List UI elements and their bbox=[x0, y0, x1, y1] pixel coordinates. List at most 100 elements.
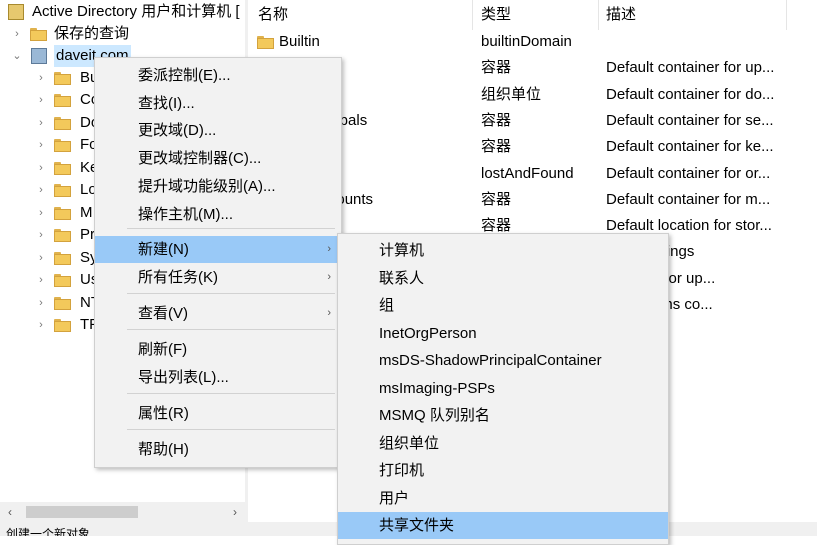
submenu-arrow-icon: › bbox=[327, 243, 331, 255]
chevron-right-icon[interactable]: › bbox=[36, 134, 46, 156]
chevron-down-icon[interactable]: ⌄ bbox=[12, 45, 22, 67]
chevron-right-icon[interactable]: › bbox=[36, 247, 46, 269]
menu-item-label: 提升域功能级别(A)... bbox=[138, 178, 276, 195]
list-cell-description[interactable]: Default container for ke... bbox=[606, 134, 786, 160]
context-menu: 委派控制(E)... 查找(I)... 更改域(D)... 更改域控制器(C)... 提… bbox=[94, 57, 342, 468]
chevron-right-icon[interactable]: › bbox=[36, 314, 46, 336]
folder-icon bbox=[30, 28, 47, 41]
submenu-item[interactable]: msImaging-PSPs bbox=[338, 375, 668, 402]
context-menu-item[interactable]: 新建(N) › bbox=[95, 236, 341, 263]
list-cell-type[interactable]: 容器 bbox=[481, 108, 596, 134]
list-cell-type[interactable]: 容器 bbox=[481, 55, 596, 81]
submenu-arrow-icon: › bbox=[327, 271, 331, 283]
list-cell-description[interactable]: Default container for do... bbox=[606, 82, 786, 108]
tree-child-label: Pr bbox=[80, 226, 95, 243]
list-cell-type[interactable]: 组织单位 bbox=[481, 82, 596, 108]
menu-item-label: 委派控制(E)... bbox=[138, 67, 231, 84]
folder-icon bbox=[54, 117, 71, 130]
new-submenu: 计算机 联系人组 InetOrgPerson msDS-ShadowPrincipal… bbox=[337, 233, 669, 545]
column-divider[interactable] bbox=[472, 0, 473, 30]
context-menu-item[interactable]: 提升域功能级别(A)... bbox=[95, 173, 341, 200]
folder-icon bbox=[54, 184, 71, 197]
scroll-left-icon[interactable]: ‹ bbox=[0, 502, 20, 522]
list-cell-type[interactable]: 容器 bbox=[481, 134, 596, 160]
submenu-item[interactable]: 组织单位 bbox=[338, 430, 668, 457]
folder-icon bbox=[54, 274, 71, 287]
chevron-right-icon[interactable]: › bbox=[12, 23, 22, 45]
menu-item-label: 所有任务(K) bbox=[138, 269, 218, 286]
submenu-item-label: 用户 bbox=[379, 490, 410, 507]
context-menu-item[interactable]: 更改域(D)... bbox=[95, 117, 341, 144]
submenu-item-label: 共享文件夹 bbox=[379, 517, 455, 534]
menu-item-label: 导出列表(L)... bbox=[138, 369, 229, 386]
scrollbar-thumb[interactable] bbox=[26, 506, 138, 518]
tree-child-label: M bbox=[80, 204, 93, 221]
column-header-name[interactable]: 名称 bbox=[258, 0, 288, 30]
context-menu-item[interactable]: 更改域控制器(C)... bbox=[95, 145, 341, 172]
list-cell-description[interactable]: Default container for m... bbox=[606, 187, 786, 213]
folder-icon bbox=[54, 252, 71, 265]
list-cell-name[interactable]: Builtin bbox=[279, 29, 494, 55]
folder-icon bbox=[54, 72, 71, 85]
chevron-right-icon[interactable]: › bbox=[36, 269, 46, 291]
submenu-item-label: InetOrgPerson bbox=[379, 325, 477, 342]
chevron-right-icon[interactable]: › bbox=[36, 112, 46, 134]
scroll-right-icon[interactable]: › bbox=[225, 502, 245, 522]
list-cell-description[interactable]: Default container for up... bbox=[606, 55, 786, 81]
submenu-item[interactable]: 计算机 bbox=[338, 237, 668, 264]
submenu-item[interactable]: InetOrgPerson bbox=[338, 320, 668, 347]
tree-label-saved-queries: 保存的查询 bbox=[54, 25, 130, 42]
submenu-item[interactable]: MSMQ 队列别名 bbox=[338, 402, 668, 429]
list-cell-description[interactable]: Default container for or... bbox=[606, 161, 786, 187]
column-divider[interactable] bbox=[598, 0, 599, 30]
menu-item-label: 查看(V) bbox=[138, 305, 188, 322]
submenu-item-label: msImaging-PSPs bbox=[379, 380, 495, 397]
list-cell-type[interactable]: 容器 bbox=[481, 187, 596, 213]
context-menu-item[interactable]: 查看(V) › bbox=[95, 300, 341, 327]
list-cell-type[interactable]: lostAndFound bbox=[481, 161, 596, 187]
chevron-right-icon[interactable]: › bbox=[36, 179, 46, 201]
folder-icon bbox=[257, 36, 274, 49]
context-menu-item[interactable]: 操作主机(M)... bbox=[95, 201, 341, 228]
folder-icon bbox=[54, 229, 71, 242]
submenu-item[interactable]: 打印机 bbox=[338, 457, 668, 484]
submenu-item[interactable]: 用户 bbox=[338, 485, 668, 512]
tree-root-label: Active Directory 用户和计算机 [ bbox=[32, 3, 240, 20]
chevron-right-icon[interactable]: › bbox=[36, 67, 46, 89]
submenu-item[interactable]: msDS-ShadowPrincipalContainer bbox=[338, 347, 668, 374]
chevron-right-icon[interactable]: › bbox=[36, 89, 46, 111]
menu-item-label: 查找(I)... bbox=[138, 95, 195, 112]
submenu-item[interactable]: 组 bbox=[338, 292, 668, 319]
menu-separator bbox=[127, 329, 335, 330]
column-header-description[interactable]: 描述 bbox=[606, 0, 636, 30]
menu-item-label: 刷新(F) bbox=[138, 341, 188, 358]
chevron-right-icon[interactable]: › bbox=[36, 224, 46, 246]
chevron-right-icon[interactable]: › bbox=[36, 202, 46, 224]
list-cell-description[interactable]: Default container for se... bbox=[606, 108, 786, 134]
submenu-item[interactable]: 联系人 bbox=[338, 265, 668, 292]
context-menu-item[interactable]: 属性(R) bbox=[95, 400, 341, 427]
chevron-right-icon[interactable]: › bbox=[36, 292, 46, 314]
menu-separator bbox=[127, 293, 335, 294]
context-menu-item[interactable]: 查找(I)... bbox=[95, 90, 341, 117]
column-divider[interactable] bbox=[786, 0, 787, 30]
submenu-item-label: 组 bbox=[379, 297, 395, 314]
context-menu-item[interactable]: 所有任务(K) › bbox=[95, 264, 341, 291]
domain-icon bbox=[31, 48, 47, 64]
list-cell-type[interactable]: builtinDomain bbox=[481, 29, 596, 55]
submenu-item[interactable]: 共享文件夹 bbox=[338, 512, 668, 539]
context-menu-item[interactable]: 帮助(H) bbox=[95, 436, 341, 463]
chevron-right-icon[interactable]: › bbox=[36, 157, 46, 179]
column-header-type[interactable]: 类型 bbox=[481, 0, 511, 30]
list-cell-description[interactable] bbox=[606, 29, 786, 55]
context-menu-item[interactable]: 刷新(F) bbox=[95, 336, 341, 363]
context-menu-item[interactable]: 导出列表(L)... bbox=[95, 364, 341, 391]
folder-icon bbox=[54, 207, 71, 220]
context-menu-item[interactable]: 委派控制(E)... bbox=[95, 62, 341, 89]
folder-icon bbox=[54, 94, 71, 107]
menu-item-label: 帮助(H) bbox=[138, 441, 189, 458]
tree-horizontal-scrollbar[interactable]: ‹ › bbox=[0, 502, 245, 522]
folder-icon bbox=[54, 139, 71, 152]
submenu-item-label: MSMQ 队列别名 bbox=[379, 407, 490, 424]
submenu-item-label: msDS-ShadowPrincipalContainer bbox=[379, 352, 602, 369]
